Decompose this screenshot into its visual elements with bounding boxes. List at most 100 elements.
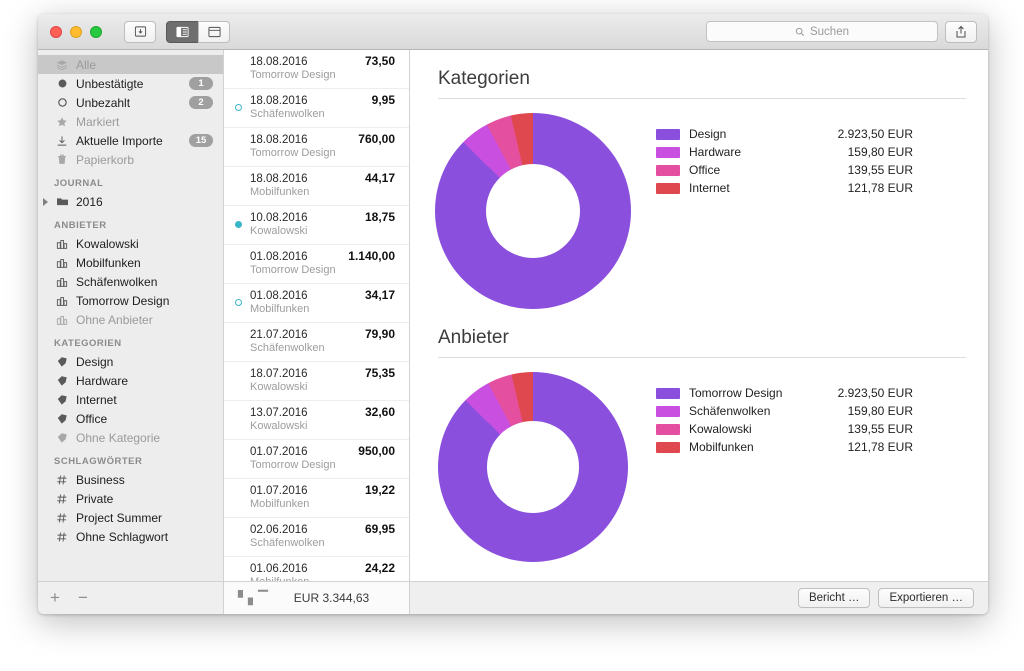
list-item[interactable]: 18.08.2016 9,95 Schäfenwolken — [224, 89, 409, 128]
list-item-vendor: Tomorrow Design — [250, 459, 395, 471]
status-dot-open — [235, 299, 242, 306]
sidebar-item-aktuelle-importe[interactable]: Aktuelle Importe 15 — [38, 131, 223, 150]
tag-icon — [56, 413, 69, 425]
add-item-button[interactable]: + — [50, 588, 60, 608]
remove-item-button[interactable]: − — [78, 588, 88, 608]
minimize-window-button[interactable] — [70, 26, 82, 38]
charts-scroll-area[interactable]: Kategorien Design 2.923,50 EUR Hardware … — [410, 50, 988, 581]
list-item[interactable]: 01.08.2016 1.140,00 Tomorrow Design — [224, 245, 409, 284]
chart-legend: Tomorrow Design 2.923,50 EUR Schäfenwolk… — [656, 372, 913, 456]
list-item-top: 01.08.2016 1.140,00 — [250, 249, 395, 263]
list-item-top: 02.06.2016 69,95 — [250, 522, 395, 536]
sidebar-item-label: Private — [76, 492, 213, 506]
building-icon — [54, 257, 70, 269]
sidebar-scroll-area[interactable]: Alle Unbestätigte 1 Unbezahlt 2 Markiert… — [38, 50, 223, 581]
sidebar-item-ohne-kategorie[interactable]: Ohne Kategorie — [38, 428, 223, 447]
list-item[interactable]: 18.08.2016 44,17 Mobilfunken — [224, 167, 409, 206]
disclosure-triangle-icon[interactable] — [43, 198, 48, 206]
sidebar-section-header: SCHLAGWÖRTER — [38, 447, 223, 470]
sidebar-item-project-summer[interactable]: Project Summer — [38, 508, 223, 527]
donut-chart[interactable] — [438, 372, 628, 562]
list-item[interactable]: 01.08.2016 34,17 Mobilfunken — [224, 284, 409, 323]
building-icon — [56, 276, 68, 288]
sidebar-section-header: KATEGORIEN — [38, 329, 223, 352]
list-item[interactable]: 18.08.2016 760,00 Tomorrow Design — [224, 128, 409, 167]
sidebar-item-private[interactable]: Private — [38, 489, 223, 508]
toolbar-view-group — [166, 21, 230, 43]
donut-chart-wrapper — [428, 372, 638, 562]
list-item[interactable]: 18.07.2016 75,35 Kowalowski — [224, 362, 409, 401]
close-window-button[interactable] — [50, 26, 62, 38]
legend-label: Internet — [689, 181, 807, 195]
list-item-date: 10.08.2016 — [250, 212, 308, 224]
list-item[interactable]: 02.06.2016 69,95 Schäfenwolken — [224, 518, 409, 557]
sidebar-item-design[interactable]: Design — [38, 352, 223, 371]
list-total: EUR 3.344,63 — [268, 591, 395, 605]
sidebar-item-label: Unbezahlt — [76, 96, 189, 110]
sidebar-item-tomorrow-design[interactable]: Tomorrow Design — [38, 291, 223, 310]
building-icon — [54, 238, 70, 250]
section-title: Kategorien — [428, 50, 970, 98]
legend-item: Hardware 159,80 EUR — [656, 143, 913, 161]
bar-chart-icon[interactable]: ▘▖▔ — [238, 590, 268, 606]
building-icon — [56, 295, 68, 307]
sidebar-item-hardware[interactable]: Hardware — [38, 371, 223, 390]
report-button[interactable]: Bericht … — [798, 588, 871, 608]
list-item[interactable]: 01.07.2016 950,00 Tomorrow Design — [224, 440, 409, 479]
list-item[interactable]: 21.07.2016 79,90 Schäfenwolken — [224, 323, 409, 362]
new-document-button[interactable] — [124, 21, 156, 43]
list-item[interactable]: 18.08.2016 73,50 Tomorrow Design — [224, 50, 409, 89]
sidebar-item-alle[interactable]: Alle — [38, 55, 223, 74]
list-item-top: 21.07.2016 79,90 — [250, 327, 395, 341]
tag-icon — [54, 394, 70, 406]
legend-item: Internet 121,78 EUR — [656, 179, 913, 197]
sidebar-item-papierkorb[interactable]: Papierkorb — [38, 150, 223, 169]
sidebar-item-markiert[interactable]: Markiert — [38, 112, 223, 131]
list-item-top: 18.08.2016 760,00 — [250, 132, 395, 146]
list-item[interactable]: 01.07.2016 19,22 Mobilfunken — [224, 479, 409, 518]
sidebar-item-mobilfunken[interactable]: Mobilfunken — [38, 253, 223, 272]
sidebar-item-sch-fenwolken[interactable]: Schäfenwolken — [38, 272, 223, 291]
legend-label: Tomorrow Design — [689, 386, 807, 400]
sidebar-item-kowalowski[interactable]: Kowalowski — [38, 234, 223, 253]
tag-icon — [54, 356, 70, 368]
hash-icon — [54, 474, 70, 486]
legend-item: Tomorrow Design 2.923,50 EUR — [656, 384, 913, 402]
list-item-date: 01.07.2016 — [250, 485, 308, 497]
stack-icon — [54, 59, 70, 71]
list-item-date: 18.08.2016 — [250, 56, 308, 68]
legend-item: Design 2.923,50 EUR — [656, 125, 913, 143]
sidebar-item-label: 2016 — [76, 195, 213, 209]
sidebar-item-label: Aktuelle Importe — [76, 134, 189, 148]
building-icon — [54, 276, 70, 288]
sidebar-item-2016[interactable]: 2016 — [38, 192, 223, 211]
traffic-lights — [50, 26, 102, 38]
list-item[interactable]: 01.06.2016 24,22 Mobilfunken — [224, 557, 409, 581]
compact-view-button[interactable] — [198, 21, 230, 43]
list-item[interactable]: 10.08.2016 18,75 Kowalowski — [224, 206, 409, 245]
sidebar-item-office[interactable]: Office — [38, 409, 223, 428]
sidebar-item-label: Design — [76, 355, 213, 369]
sidebar-item-business[interactable]: Business — [38, 470, 223, 489]
sidebar-item-ohne-anbieter[interactable]: Ohne Anbieter — [38, 310, 223, 329]
list-item-vendor: Tomorrow Design — [250, 264, 395, 276]
sidebar-item-internet[interactable]: Internet — [38, 390, 223, 409]
legend-item: Kowalowski 139,55 EUR — [656, 420, 913, 438]
donut-chart[interactable] — [435, 113, 631, 309]
legend-value: 139,55 EUR — [807, 422, 913, 436]
sidebar-item-ohne-schlagwort[interactable]: Ohne Schlagwort — [38, 527, 223, 546]
export-button[interactable]: Exportieren … — [878, 588, 974, 608]
main-content: Kategorien Design 2.923,50 EUR Hardware … — [410, 50, 988, 614]
search-input[interactable]: Suchen — [706, 21, 938, 42]
sidebar-item-label: Schäfenwolken — [76, 275, 213, 289]
sidebar-item-unbest-tigte[interactable]: Unbestätigte 1 — [38, 74, 223, 93]
sidebar-item-unbezahlt[interactable]: Unbezahlt 2 — [38, 93, 223, 112]
list-item-amount: 34,17 — [365, 288, 395, 302]
list-item-amount: 73,50 — [365, 54, 395, 68]
list-item[interactable]: 13.07.2016 32,60 Kowalowski — [224, 401, 409, 440]
list-view-button[interactable] — [166, 21, 198, 43]
transaction-list[interactable]: 18.08.2016 73,50 Tomorrow Design 18.08.2… — [224, 50, 409, 581]
share-button[interactable] — [945, 21, 977, 43]
zoom-window-button[interactable] — [90, 26, 102, 38]
list-item-date: 01.08.2016 — [250, 290, 308, 302]
